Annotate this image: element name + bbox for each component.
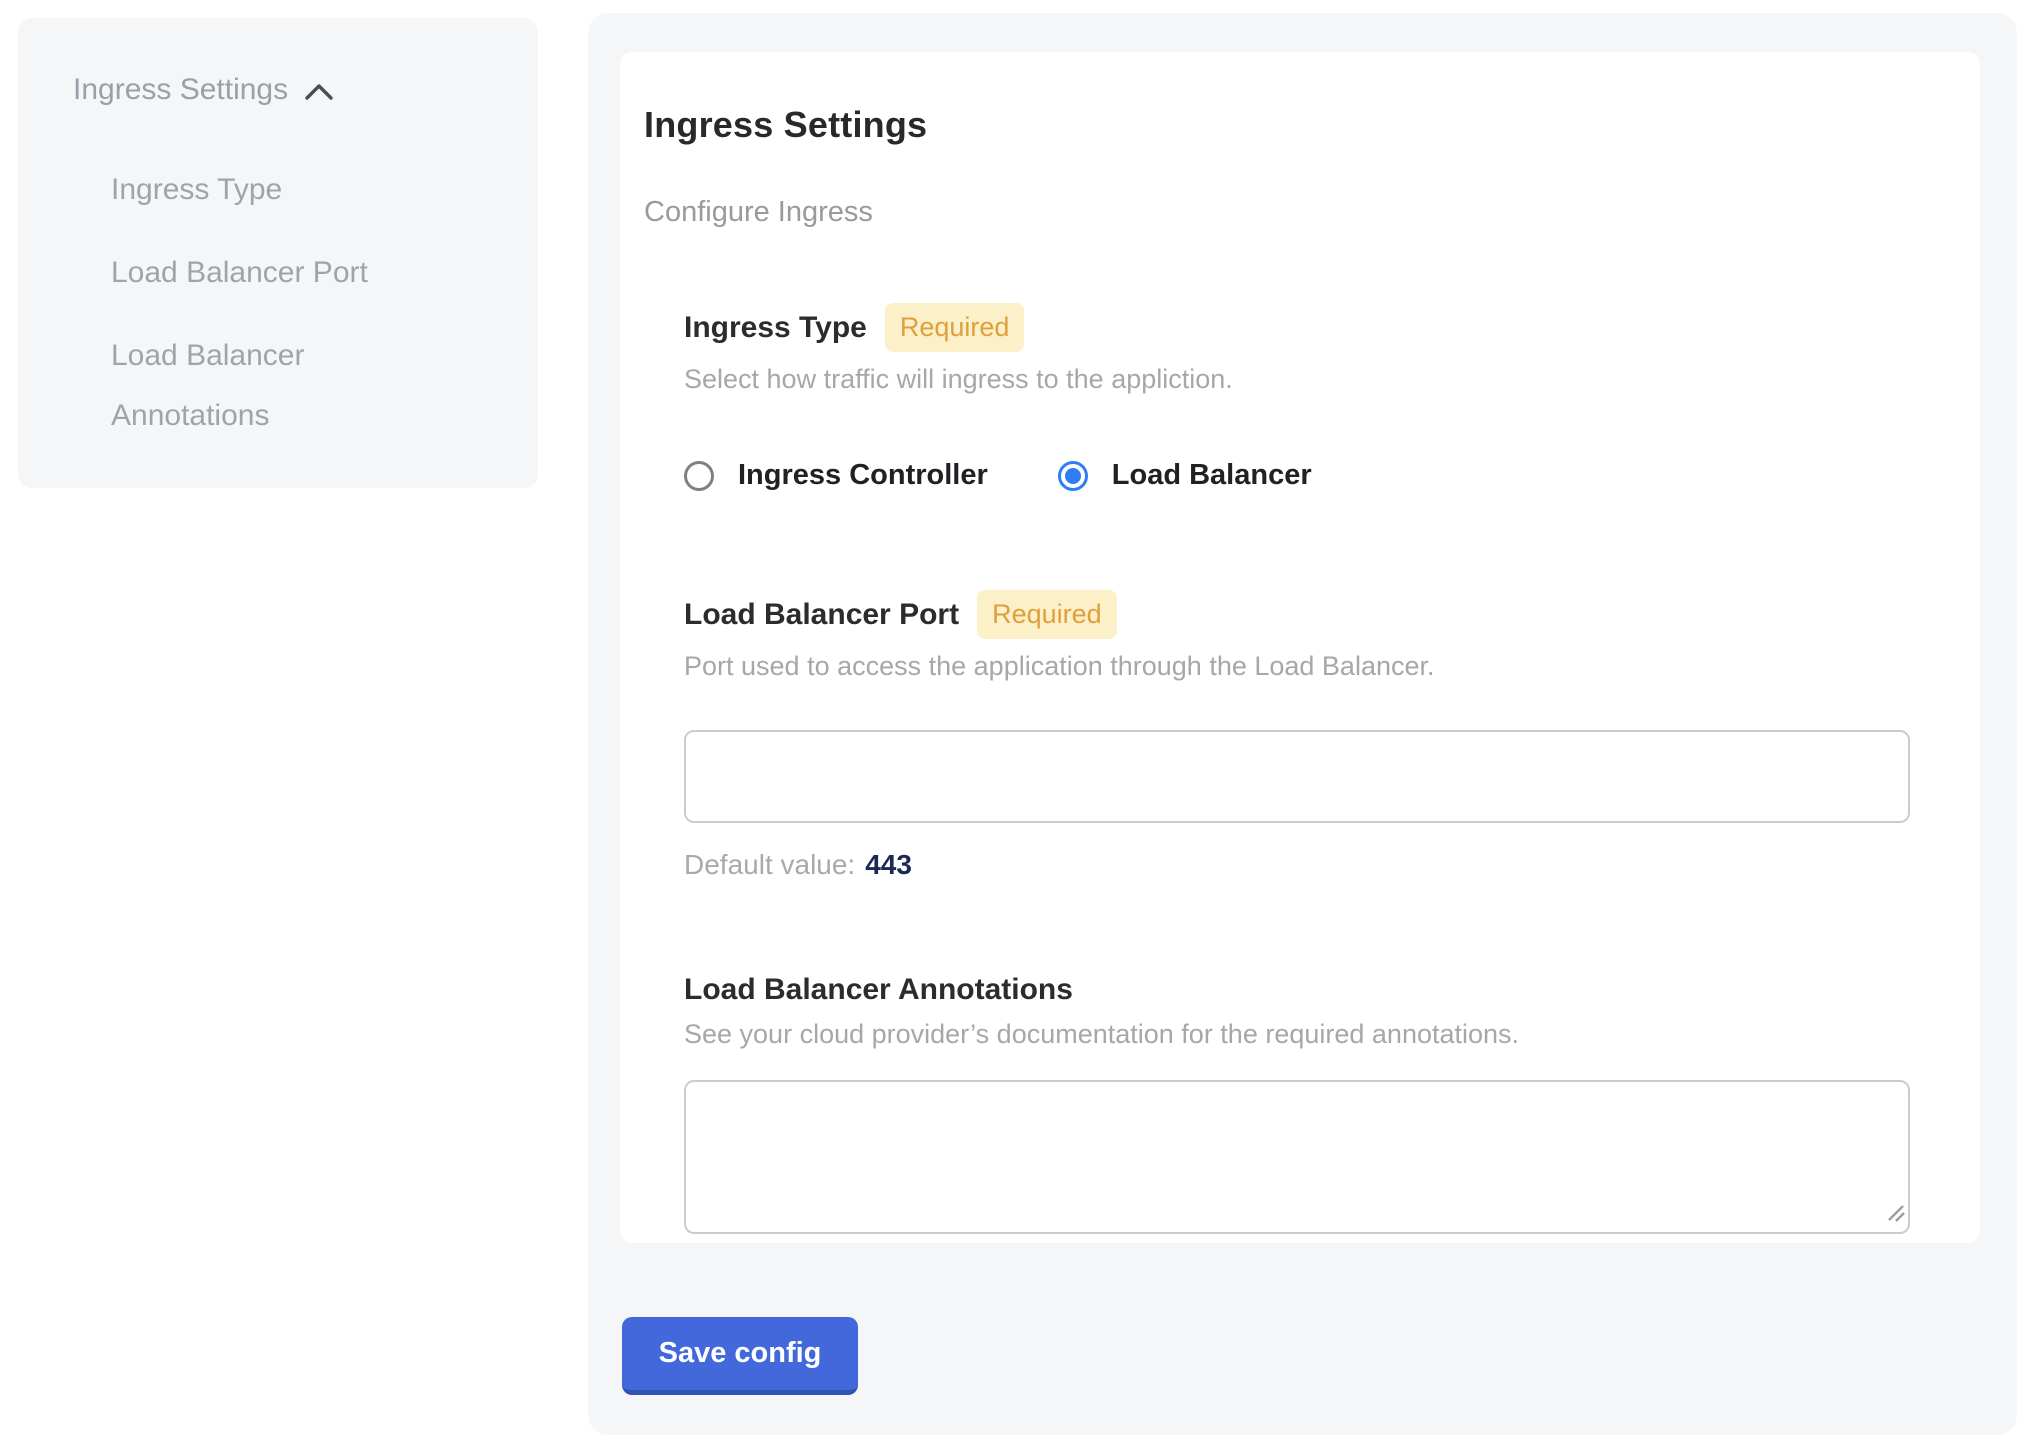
page-title: Ingress Settings xyxy=(644,104,1910,146)
chevron-up-icon xyxy=(304,79,334,101)
load-balancer-annotations-description: See your cloud provider’s documentation … xyxy=(684,1019,1910,1050)
radio-load-balancer[interactable] xyxy=(1058,461,1088,491)
section-ingress-type: Ingress Type Required Select how traffic… xyxy=(684,303,1910,492)
sidebar: Ingress Settings Ingress Type Load Balan… xyxy=(18,18,538,488)
main-panel: Ingress Settings Configure Ingress Ingre… xyxy=(588,13,2017,1435)
sidebar-item-load-balancer-annotations[interactable]: Load Balancer Annotations xyxy=(111,326,411,446)
resize-handle-icon[interactable] xyxy=(1883,1200,1905,1227)
radio-label-ingress-controller[interactable]: Ingress Controller xyxy=(738,459,988,492)
form-sections: Ingress Type Required Select how traffic… xyxy=(684,303,1910,1234)
load-balancer-annotations-textarea[interactable] xyxy=(684,1080,1910,1234)
radio-option-ingress-controller[interactable]: Ingress Controller xyxy=(684,459,988,492)
default-value-row: Default value: 443 xyxy=(684,849,1910,881)
section-load-balancer-annotations: Load Balancer Annotations See your cloud… xyxy=(684,973,1910,1234)
page: Ingress Settings Ingress Type Load Balan… xyxy=(0,0,2036,1452)
save-config-button[interactable]: Save config xyxy=(622,1317,858,1395)
radio-option-load-balancer[interactable]: Load Balancer xyxy=(1058,459,1312,492)
required-badge: Required xyxy=(885,303,1025,352)
sidebar-group-ingress-settings[interactable]: Ingress Settings xyxy=(73,70,510,110)
load-balancer-annotations-label: Load Balancer Annotations xyxy=(684,973,1073,1007)
radio-ingress-controller[interactable] xyxy=(684,461,714,491)
sidebar-item-load-balancer-port[interactable]: Load Balancer Port xyxy=(111,243,411,303)
settings-card: Ingress Settings Configure Ingress Ingre… xyxy=(620,52,1980,1243)
load-balancer-port-input[interactable] xyxy=(684,730,1910,823)
page-subtitle: Configure Ingress xyxy=(644,196,1910,229)
required-badge: Required xyxy=(977,590,1117,639)
default-value-label: Default value: xyxy=(684,849,855,880)
ingress-type-description: Select how traffic will ingress to the a… xyxy=(684,364,1910,395)
sidebar-group-label: Ingress Settings xyxy=(73,70,288,110)
radio-label-load-balancer[interactable]: Load Balancer xyxy=(1112,459,1312,492)
ingress-type-label: Ingress Type xyxy=(684,311,867,345)
ingress-type-radio-group: Ingress Controller Load Balancer xyxy=(684,459,1910,492)
sidebar-item-ingress-type[interactable]: Ingress Type xyxy=(111,160,411,220)
load-balancer-port-description: Port used to access the application thro… xyxy=(684,651,1910,682)
section-load-balancer-port: Load Balancer Port Required Port used to… xyxy=(684,590,1910,881)
default-value: 443 xyxy=(865,849,912,880)
load-balancer-port-label: Load Balancer Port xyxy=(684,598,959,632)
